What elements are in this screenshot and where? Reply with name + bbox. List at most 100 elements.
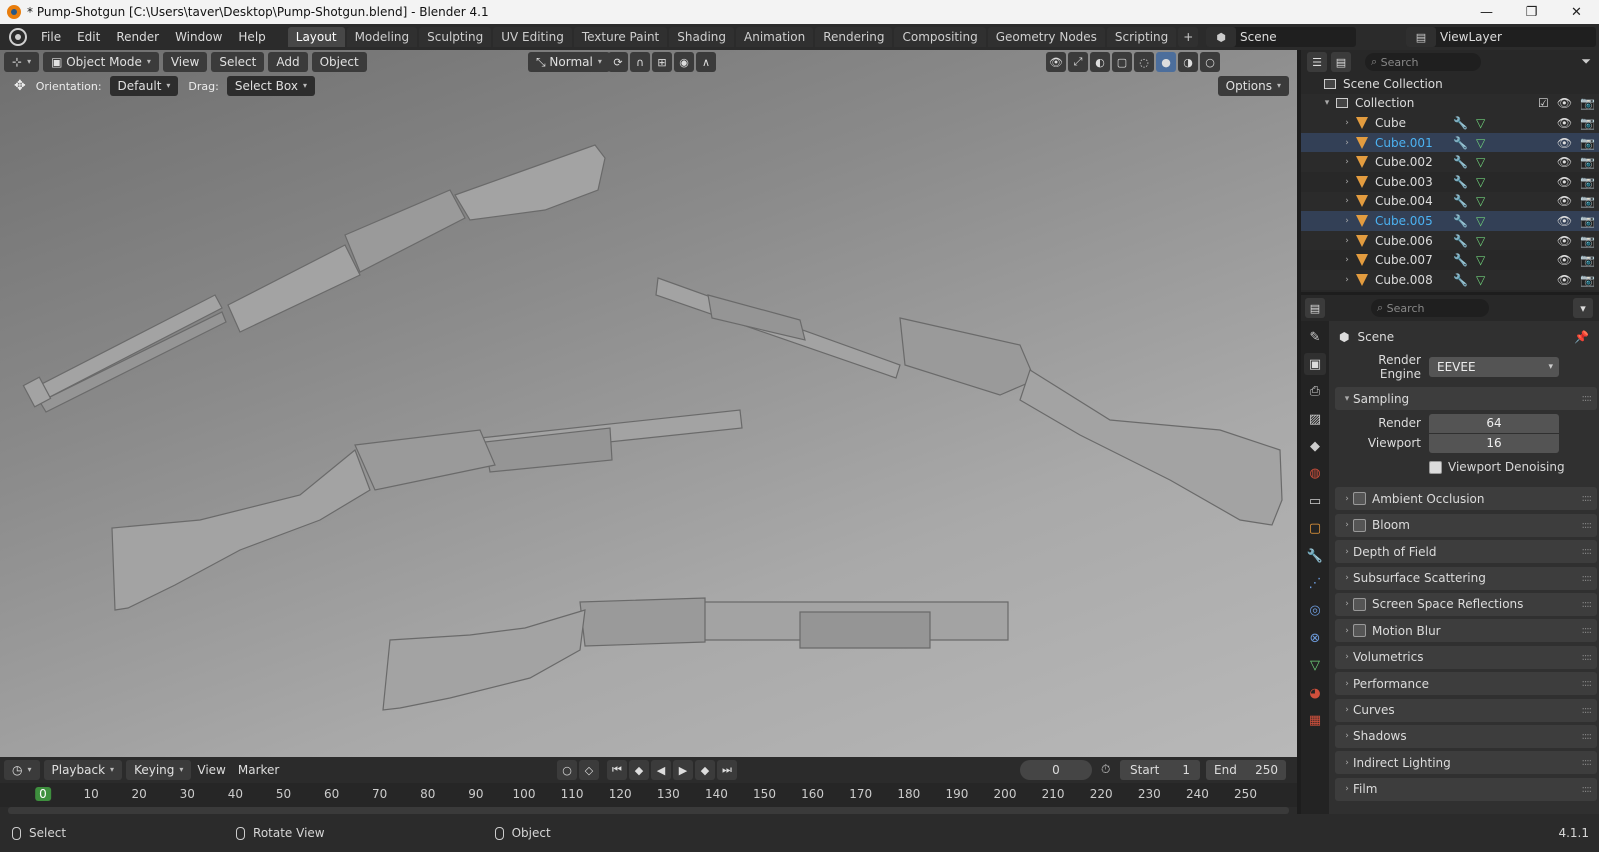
jump-end-icon[interactable]: ⏭ (717, 760, 737, 780)
overlay-icon[interactable]: ◐ (1090, 52, 1110, 72)
falloff-icon[interactable]: ∧ (696, 52, 716, 72)
camera-icon[interactable]: 📷 (1580, 194, 1595, 208)
material-shading-icon[interactable]: ◑ (1178, 52, 1198, 72)
expand-icon[interactable]: › (1341, 275, 1353, 285)
add-workspace-button[interactable]: + (1178, 27, 1199, 47)
mesh-data-icon[interactable]: ▽ (1476, 194, 1485, 208)
camera-icon[interactable]: 📷 (1580, 234, 1595, 248)
next-keyframe-icon[interactable]: ◆ (695, 760, 715, 780)
scene-selector[interactable]: ⬢ Scene (1206, 27, 1356, 47)
property-panel-header[interactable]: › Subsurface Scattering:::: (1335, 566, 1597, 590)
tab-scripting[interactable]: Scripting (1106, 27, 1177, 47)
orientation-dropdown[interactable]: Default ▾ (109, 76, 179, 96)
mesh-data-icon[interactable]: ▽ (1476, 234, 1485, 248)
render-engine-dropdown[interactable]: EEVEE ▾ (1429, 357, 1559, 377)
solid-shading-icon[interactable]: ● (1156, 52, 1176, 72)
property-panel-header[interactable]: › Volumetrics:::: (1335, 645, 1597, 669)
eye-icon[interactable]: 👁 (1557, 155, 1572, 169)
snap-target-icon[interactable]: ⊞ (652, 52, 672, 72)
property-panel-header[interactable]: › Film:::: (1335, 777, 1597, 801)
options-dropdown[interactable]: Options ▾ (1217, 76, 1289, 96)
tab-compositing[interactable]: Compositing (894, 27, 986, 47)
timeline-ruler[interactable]: 0 10 20 30 40 50 60 70 80 90 100 110 120 130 140 150 160… (0, 783, 1297, 807)
panel-enable-checkbox[interactable] (1353, 624, 1366, 638)
modifier-tab-icon[interactable]: 🔧 (1304, 545, 1326, 567)
rendered-shading-icon[interactable]: ○ (1200, 52, 1220, 72)
mesh-data-icon[interactable]: ▽ (1476, 273, 1485, 287)
tab-layout[interactable]: Layout (287, 27, 345, 47)
eye-icon[interactable]: 👁 (1557, 96, 1572, 110)
property-panel-header[interactable]: › Screen Space Reflections:::: (1335, 592, 1597, 616)
current-frame-field[interactable]: 0 (1020, 760, 1092, 780)
modifier-icon[interactable]: 🔧 (1453, 116, 1468, 130)
menu-add[interactable]: Add (268, 52, 308, 72)
prev-keyframe-icon[interactable]: ◆ (629, 760, 649, 780)
gizmo-icon[interactable]: ⤢ (1068, 52, 1088, 72)
timeline-view-menu[interactable]: View (191, 763, 231, 777)
expand-icon[interactable]: › (1341, 255, 1353, 265)
stopwatch-icon[interactable]: ⏱ (1101, 762, 1110, 777)
minimize-button[interactable]: — (1464, 0, 1509, 24)
collapse-icon[interactable]: ▾ (1321, 98, 1333, 108)
mesh-data-icon[interactable]: ▽ (1476, 175, 1485, 189)
tab-shading[interactable]: Shading (669, 27, 734, 47)
menu-edit[interactable]: Edit (69, 24, 108, 50)
menu-render[interactable]: Render (108, 24, 167, 50)
property-panel-header[interactable]: › Indirect Lighting:::: (1335, 751, 1597, 775)
play-reverse-icon[interactable]: ◀ (651, 760, 671, 780)
modifier-icon[interactable]: 🔧 (1453, 194, 1468, 208)
checkbox-icon[interactable]: ☑ (1538, 96, 1549, 110)
eye-icon[interactable]: 👁 (1557, 136, 1572, 150)
expand-icon[interactable]: › (1341, 216, 1353, 226)
expand-icon[interactable]: › (1341, 196, 1353, 206)
menu-help[interactable]: Help (230, 24, 273, 50)
collection-row[interactable]: ▾ Collection ☑ 👁 📷 (1301, 93, 1599, 114)
modifier-icon[interactable]: 🔧 (1453, 136, 1468, 150)
texture-tab-icon[interactable]: ▦ (1304, 709, 1326, 731)
expand-icon[interactable]: › (1341, 118, 1353, 128)
transform-orientation-dropdown[interactable]: ⤡ Normal ▾ (528, 52, 610, 72)
panel-enable-checkbox[interactable] (1353, 518, 1366, 532)
render-samples-field[interactable]: 64 (1429, 413, 1559, 433)
mesh-data-icon[interactable]: ▽ (1476, 136, 1485, 150)
tab-texture-paint[interactable]: Texture Paint (573, 27, 668, 47)
properties-search-input[interactable]: ⌕ Search (1371, 299, 1489, 317)
expand-icon[interactable]: › (1341, 138, 1353, 148)
modifier-icon[interactable]: 🔧 (1453, 273, 1468, 287)
camera-icon[interactable]: 📷 (1580, 253, 1595, 267)
property-panel-header[interactable]: › Ambient Occlusion:::: (1335, 487, 1597, 511)
keying-dropdown[interactable]: Keying ▾ (126, 760, 192, 780)
outliner-object-row[interactable]: › Cube.004 🔧 ▽ 👁 📷 (1301, 191, 1599, 212)
tab-animation[interactable]: Animation (736, 27, 814, 47)
outliner-object-row[interactable]: › Cube.005 🔧 ▽ 👁 📷 (1301, 211, 1599, 231)
eye-icon[interactable]: 👁 (1557, 214, 1572, 228)
modifier-icon[interactable]: 🔧 (1453, 253, 1468, 267)
timeline-marker-menu[interactable]: Marker (232, 763, 285, 777)
tab-uv-editing[interactable]: UV Editing (493, 27, 572, 47)
menu-object[interactable]: Object (311, 52, 367, 72)
timeline-editor-type-icon[interactable]: ◷ ▾ (4, 760, 40, 780)
eye-icon[interactable]: 👁 (1557, 234, 1572, 248)
camera-icon[interactable]: 📷 (1580, 136, 1595, 150)
menu-select[interactable]: Select (211, 52, 265, 72)
jump-start-icon[interactable]: ⏮ (607, 760, 627, 780)
property-panel-header[interactable]: › Curves:::: (1335, 698, 1597, 722)
constraints-tab-icon[interactable]: ⊗ (1304, 627, 1326, 649)
property-panel-header[interactable]: › Performance:::: (1335, 672, 1597, 696)
wireframe-shading-icon[interactable]: ◌ (1134, 52, 1154, 72)
tab-sculpting[interactable]: Sculpting (419, 27, 492, 47)
playback-dropdown[interactable]: Playback ▾ (43, 760, 123, 780)
viewport-samples-field[interactable]: 16 (1429, 433, 1559, 453)
eye-icon[interactable]: 👁 (1557, 175, 1572, 189)
output-tab-icon[interactable]: ⎙ (1304, 381, 1326, 403)
object-tab-icon[interactable]: ▢ (1304, 518, 1326, 540)
menu-file[interactable]: File (33, 24, 69, 50)
particles-tab-icon[interactable]: ⋰ (1304, 573, 1326, 595)
play-icon[interactable]: ▶ (673, 760, 693, 780)
pin-icon[interactable]: 📌 (1574, 330, 1589, 344)
expand-icon[interactable]: › (1341, 157, 1353, 167)
outliner-object-row[interactable]: › Cube.006 🔧 ▽ 👁 📷 (1301, 230, 1599, 251)
xray-icon[interactable]: ▢ (1112, 52, 1132, 72)
physics-tab-icon[interactable]: ◎ (1304, 600, 1326, 622)
options-chevron-icon[interactable]: ▾ (1573, 298, 1593, 318)
